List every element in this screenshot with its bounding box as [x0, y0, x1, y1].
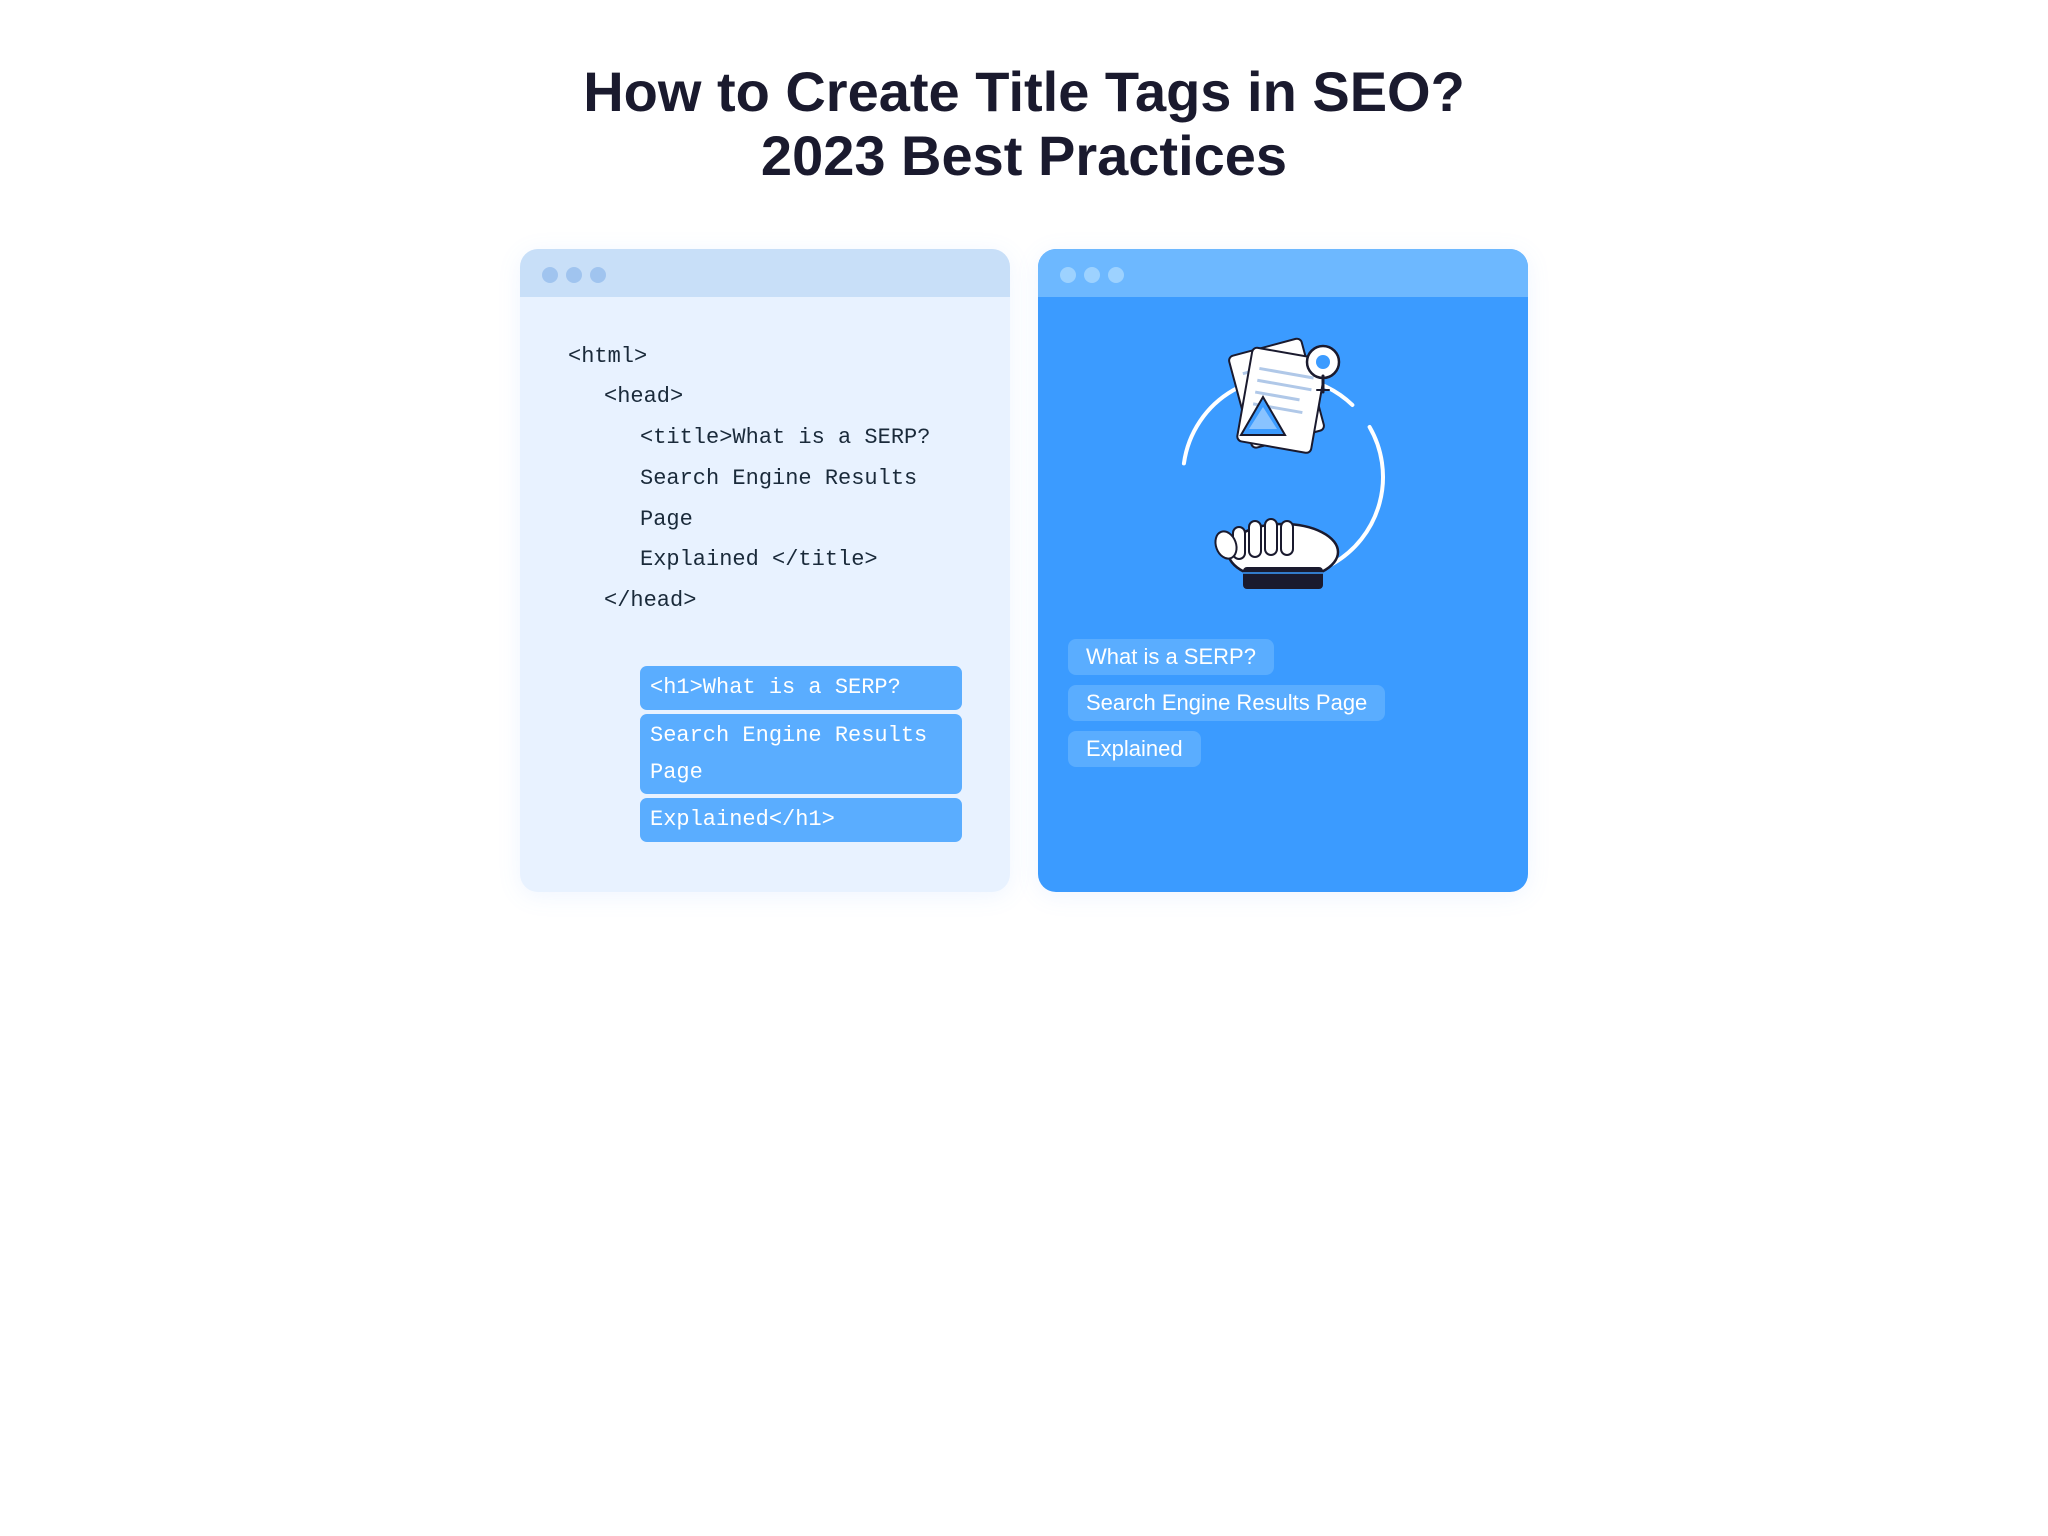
code-block: <html> <head> <title>What is a SERP? Sea…: [568, 337, 962, 842]
h1-highlight-1: <h1>What is a SERP?: [640, 666, 962, 709]
left-dot-3: [590, 267, 606, 283]
right-dot-3: [1108, 267, 1124, 283]
left-dot-1: [542, 267, 558, 283]
code-head-close: </head>: [568, 581, 962, 622]
code-head-open: <head>: [568, 377, 962, 418]
right-card-body: What is a SERP? Search Engine Results Pa…: [1038, 297, 1528, 815]
left-card-body: <html> <head> <title>What is a SERP? Sea…: [520, 297, 1010, 892]
cards-container: <html> <head> <title>What is a SERP? Sea…: [474, 249, 1574, 892]
code-title-line3: Explained </title>: [568, 540, 962, 581]
right-card: What is a SERP? Search Engine Results Pa…: [1038, 249, 1528, 892]
right-highlight-2: Search Engine Results Page: [1068, 685, 1385, 721]
serp-illustration-svg: [1153, 337, 1413, 597]
h1-highlight-2: Search Engine Results Page: [640, 714, 962, 795]
h1-highlight-3: Explained</h1>: [640, 798, 962, 841]
right-dot-2: [1084, 267, 1100, 283]
illustration-area: [1143, 327, 1423, 607]
code-title-line1: <title>What is a SERP?: [568, 418, 962, 459]
code-h1-line1: <h1>What is a SERP?: [568, 666, 962, 709]
right-highlight-1: What is a SERP?: [1068, 639, 1274, 675]
right-highlight-3: Explained: [1068, 731, 1201, 767]
left-dot-2: [566, 267, 582, 283]
left-card: <html> <head> <title>What is a SERP? Sea…: [520, 249, 1010, 892]
right-dot-1: [1060, 267, 1076, 283]
right-text-block: What is a SERP? Search Engine Results Pa…: [1068, 639, 1498, 767]
code-h1-line2: Search Engine Results Page: [568, 714, 962, 795]
right-card-topbar: [1038, 249, 1528, 297]
page-title: How to Create Title Tags in SEO? 2023 Be…: [583, 60, 1465, 189]
code-h1-line3: Explained</h1>: [568, 798, 962, 841]
code-title-line2: Search Engine Results Page: [568, 459, 962, 540]
left-card-topbar: [520, 249, 1010, 297]
code-html-open: <html>: [568, 337, 962, 378]
